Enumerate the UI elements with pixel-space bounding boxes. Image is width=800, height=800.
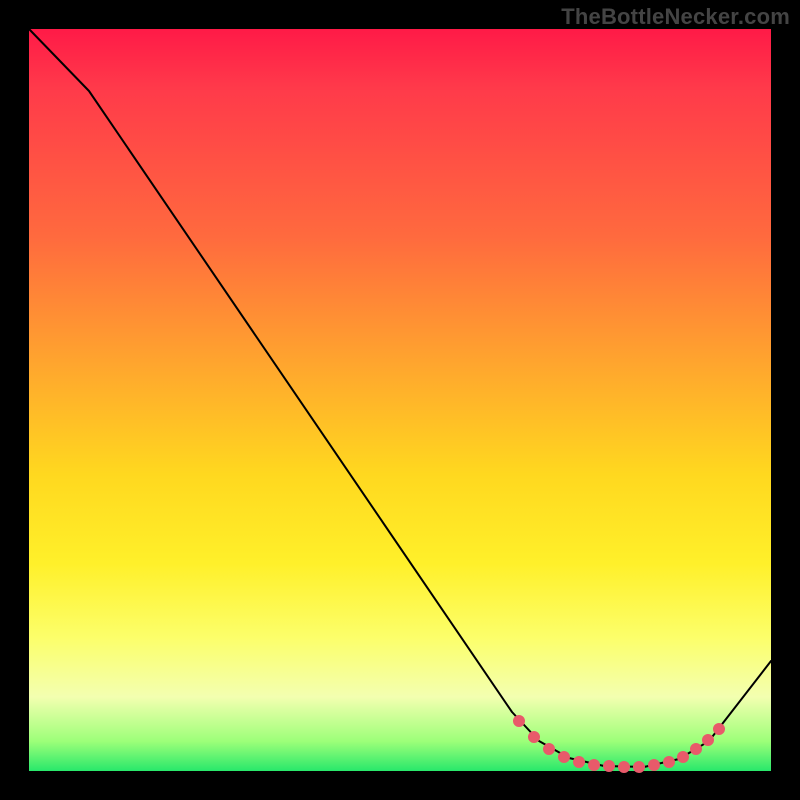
curve-dot [544, 744, 555, 755]
curve-svg [29, 29, 771, 771]
curve-dot [714, 724, 725, 735]
watermark-text: TheBottleNecker.com [561, 4, 790, 30]
curve-dot [678, 752, 689, 763]
curve-dot [691, 744, 702, 755]
curve-dot [634, 762, 645, 773]
curve-dot [649, 760, 660, 771]
plot-area [29, 29, 771, 771]
curve-dot [703, 735, 714, 746]
curve-dot [619, 762, 630, 773]
curve-dot [574, 757, 585, 768]
curve-dot [604, 761, 615, 772]
chart-frame: TheBottleNecker.com [0, 0, 800, 800]
curve-dot [529, 732, 540, 743]
bottleneck-curve [29, 29, 771, 767]
curve-dot [559, 752, 570, 763]
curve-dot [664, 757, 675, 768]
curve-dot [514, 716, 525, 727]
curve-dot [589, 760, 600, 771]
